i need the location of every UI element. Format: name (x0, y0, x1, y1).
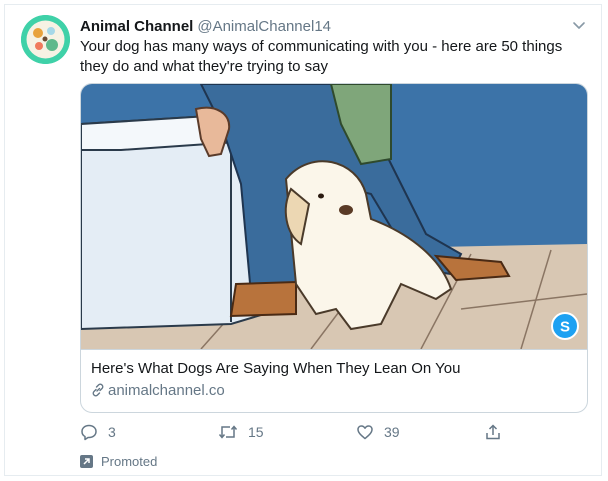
share-button[interactable] (484, 422, 512, 442)
share-icon (486, 424, 500, 440)
tweet-actions: 3 15 39 (80, 422, 580, 442)
card-domain: animalchannel.co (91, 381, 577, 401)
retweet-count: 15 (248, 424, 264, 440)
card-body: Here's What Dogs Are Saying When They Le… (81, 349, 587, 412)
tweet-header: Animal Channel @AnimalChannel14 (80, 17, 580, 37)
card-badge: S (560, 319, 570, 336)
tweet-text: Your dog has many ways of communicating … (80, 38, 563, 75)
like-count: 39 (384, 424, 400, 440)
link-card[interactable]: S Here's What Dogs Are Saying When They … (80, 83, 588, 413)
promoted-label[interactable]: Promoted (80, 453, 157, 469)
card-domain-text: animalchannel.co (108, 382, 225, 399)
avatar[interactable] (21, 15, 70, 64)
promoted-text: Promoted (101, 453, 158, 469)
caret-down-icon[interactable] (569, 15, 589, 35)
link-icon (92, 383, 104, 397)
like-icon (357, 425, 373, 440)
retweet-button[interactable]: 15 (218, 422, 264, 442)
like-button[interactable]: 39 (356, 422, 400, 442)
reply-button[interactable]: 3 (80, 422, 116, 442)
promoted-tweet[interactable]: Animal Channel @AnimalChannel14 Your dog … (4, 4, 602, 476)
reply-icon (81, 424, 97, 441)
retweet-icon (218, 425, 238, 439)
card-title: Here's What Dogs Are Saying When They Le… (91, 360, 461, 377)
author-name[interactable]: Animal Channel (80, 18, 193, 35)
card-image: S (81, 84, 587, 349)
author-handle[interactable]: @AnimalChannel14 (197, 18, 331, 35)
promoted-icon (80, 454, 93, 468)
reply-count: 3 (108, 424, 116, 440)
